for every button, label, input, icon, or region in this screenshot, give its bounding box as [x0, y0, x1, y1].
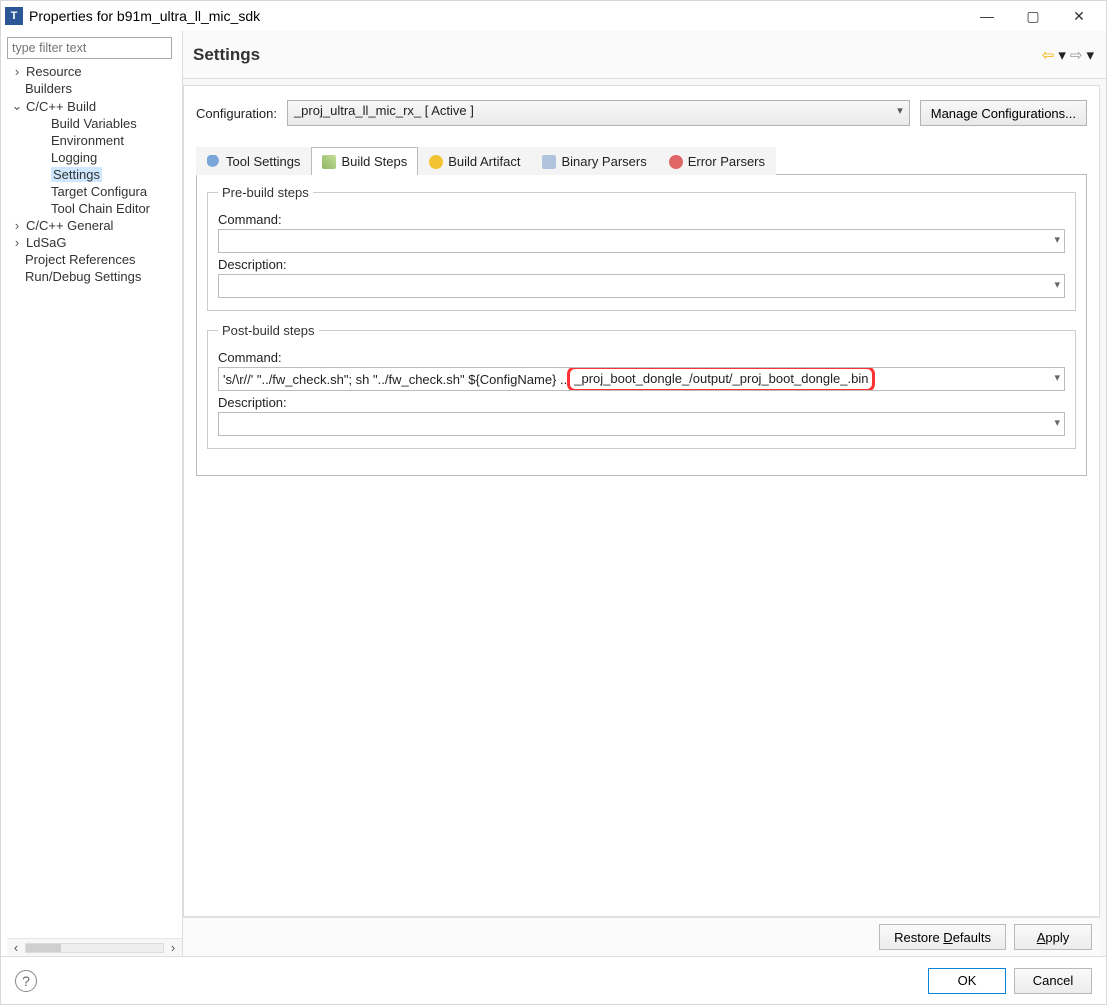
tree-item-ldsag[interactable]: LdSaG [26, 235, 66, 250]
properties-window: T Properties for b91m_ultra_ll_mic_sdk —… [0, 0, 1107, 1005]
content-button-bar: Restore Defaults Apply [183, 917, 1100, 956]
caret-icon[interactable]: › [11, 64, 23, 79]
filter-input[interactable] [7, 37, 172, 59]
pre-description-combo[interactable]: ▾ [218, 274, 1065, 298]
error-icon [669, 155, 683, 169]
tab-build-artifact[interactable]: Build Artifact [418, 147, 531, 175]
settings-tabs: Tool Settings Build Steps Build Artifact… [196, 146, 1087, 175]
caret-down-icon[interactable]: ⌄ [11, 98, 23, 114]
pre-command-combo[interactable]: ▾ [218, 229, 1065, 253]
artifact-icon [429, 155, 443, 169]
highlighted-path: _proj_boot_dongle_/output/_proj_boot_don… [567, 367, 875, 391]
tree-item-ccpp-general[interactable]: C/C++ General [26, 218, 113, 233]
tree-item-target[interactable]: Target Configura [51, 184, 147, 199]
properties-tree[interactable]: ›Resource Builders ⌄C/C++ Build Build Va… [7, 63, 182, 938]
apply-button[interactable]: Apply [1014, 924, 1092, 950]
tree-item-resource[interactable]: Resource [26, 64, 82, 79]
post-build-fieldset: Post-build steps Command: 's/\r//' "../f… [207, 323, 1076, 449]
caret-icon[interactable]: › [11, 218, 23, 233]
forward-arrow-icon[interactable]: ⇨ [1068, 46, 1085, 64]
tree-item-build-variables[interactable]: Build Variables [51, 116, 137, 131]
maximize-button[interactable]: ▢ [1010, 1, 1056, 31]
close-button[interactable]: ✕ [1056, 1, 1102, 31]
chevron-down-icon: ▾ [1054, 278, 1060, 291]
chevron-down-icon: ▾ [1054, 371, 1060, 384]
back-arrow-icon[interactable]: ⇦ [1040, 46, 1057, 64]
scroll-thumb[interactable] [26, 944, 61, 952]
minimize-button[interactable]: — [964, 1, 1010, 31]
tab-binary-parsers[interactable]: Binary Parsers [531, 147, 657, 175]
tree-item-run-debug[interactable]: Run/Debug Settings [25, 269, 141, 284]
tab-error-parsers[interactable]: Error Parsers [658, 147, 776, 175]
sidebar-hscrollbar[interactable]: ‹ › [7, 938, 182, 956]
post-command-combo[interactable]: 's/\r//' "../fw_check.sh"; sh "../fw_che… [218, 367, 1065, 391]
tree-item-settings[interactable]: Settings [51, 167, 102, 182]
main-panel: Settings ⇦ ▾ ⇨ ▾ Configuration: _proj_ul… [183, 31, 1106, 956]
page-title: Settings [193, 45, 1040, 65]
gear-icon [207, 155, 221, 169]
cancel-button[interactable]: Cancel [1014, 968, 1092, 994]
tab-build-steps[interactable]: Build Steps [311, 147, 418, 175]
ok-button[interactable]: OK [928, 968, 1006, 994]
tree-item-environment[interactable]: Environment [51, 133, 124, 148]
tree-item-project-refs[interactable]: Project References [25, 252, 136, 267]
forward-menu-icon[interactable]: ▾ [1084, 46, 1096, 64]
configuration-select[interactable]: _proj_ultra_ll_mic_rx_ [ Active ] [287, 100, 910, 126]
tab-tool-settings[interactable]: Tool Settings [196, 147, 311, 175]
help-icon[interactable]: ? [15, 970, 37, 992]
post-build-legend: Post-build steps [218, 323, 319, 338]
manage-configurations-button[interactable]: Manage Configurations... [920, 100, 1087, 126]
back-menu-icon[interactable]: ▾ [1056, 46, 1068, 64]
post-description-combo[interactable]: ▾ [218, 412, 1065, 436]
app-icon: T [5, 7, 23, 25]
tree-item-toolchain[interactable]: Tool Chain Editor [51, 201, 150, 216]
tree-item-logging[interactable]: Logging [51, 150, 97, 165]
tree-item-ccpp-build[interactable]: C/C++ Build [26, 99, 96, 114]
chevron-down-icon: ▾ [1054, 416, 1060, 429]
caret-icon[interactable]: › [11, 235, 23, 250]
titlebar: T Properties for b91m_ultra_ll_mic_sdk —… [1, 1, 1106, 31]
post-description-label: Description: [218, 395, 1065, 410]
binary-icon [542, 155, 556, 169]
steps-icon [322, 155, 336, 169]
pre-description-label: Description: [218, 257, 1065, 272]
scroll-left-icon[interactable]: ‹ [7, 940, 25, 955]
post-command-text-left: 's/\r//' "../fw_check.sh"; sh "../fw_che… [223, 372, 567, 387]
scroll-right-icon[interactable]: › [164, 940, 182, 955]
pre-command-label: Command: [218, 212, 1065, 227]
pre-build-legend: Pre-build steps [218, 185, 313, 200]
dialog-footer: ? OK Cancel [1, 956, 1106, 1004]
settings-content: Configuration: _proj_ultra_ll_mic_rx_ [ … [183, 85, 1100, 917]
pre-build-fieldset: Pre-build steps Command: ▾ Description: … [207, 185, 1076, 311]
page-header: Settings ⇦ ▾ ⇨ ▾ [183, 31, 1106, 79]
window-title: Properties for b91m_ultra_ll_mic_sdk [29, 8, 964, 24]
tree-item-builders[interactable]: Builders [25, 81, 72, 96]
restore-defaults-button[interactable]: Restore Defaults [879, 924, 1006, 950]
chevron-down-icon: ▾ [1054, 233, 1060, 246]
post-command-label: Command: [218, 350, 1065, 365]
build-steps-body: Pre-build steps Command: ▾ Description: … [196, 175, 1087, 476]
configuration-label: Configuration: [196, 106, 277, 121]
sidebar: ›Resource Builders ⌄C/C++ Build Build Va… [1, 31, 183, 956]
